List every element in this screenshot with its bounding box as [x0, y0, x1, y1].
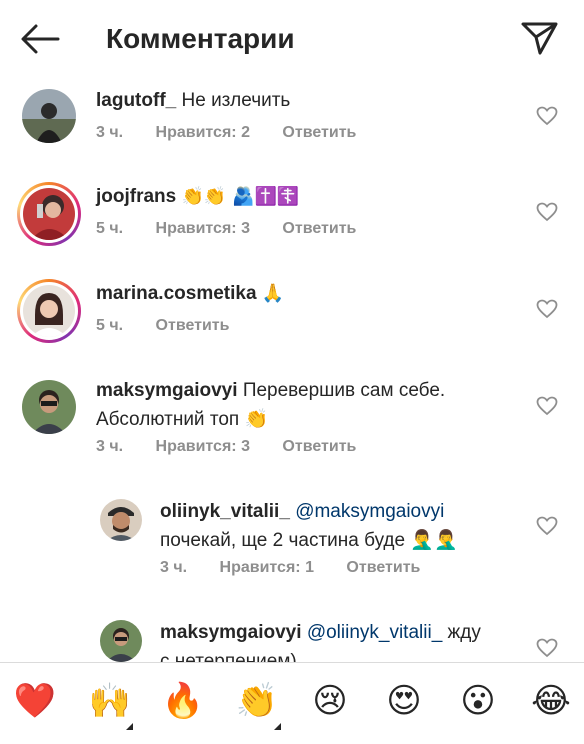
- comment-text: 👏👏 🫂✝️☦️: [181, 186, 300, 207]
- share-button[interactable]: [520, 20, 560, 56]
- reply-button[interactable]: Ответить: [346, 559, 420, 576]
- comment-item: maksymgaiovyi Перевершив сам себе. Абсол…: [0, 376, 584, 466]
- mention-link[interactable]: @maksymgaiovyi: [295, 501, 444, 522]
- heart-icon: [536, 299, 558, 319]
- reply-text: почекай, ще 2 частина буде 🤦‍♂️🤦‍♂️: [160, 530, 458, 551]
- heart-icon: [536, 106, 558, 126]
- avatar[interactable]: [22, 89, 76, 143]
- reply-button[interactable]: Ответить: [156, 317, 230, 334]
- emoji-crying-face[interactable]: 😢: [306, 677, 354, 725]
- comment-username[interactable]: joojfrans: [96, 186, 176, 207]
- like-button[interactable]: [536, 106, 558, 126]
- avatar[interactable]: [22, 380, 76, 434]
- emoji-heart-eyes[interactable]: 😍: [380, 677, 428, 725]
- comment-text-line2: Абсолютний топ 👏: [96, 409, 269, 430]
- comment-username[interactable]: lagutoff_: [96, 90, 176, 111]
- heart-icon: [536, 516, 558, 536]
- page-title: Комментарии: [106, 23, 295, 54]
- reply-item: maksymgaiovyi @oliinyk_vitalii_ жду с не…: [0, 618, 584, 662]
- back-button[interactable]: [20, 22, 60, 56]
- heart-icon: [536, 202, 558, 222]
- reply-username[interactable]: oliinyk_vitalii_: [160, 501, 290, 522]
- skin-tone-indicator-icon: [274, 723, 281, 730]
- skin-tone-indicator-icon: [126, 723, 133, 730]
- comment-text: 🙏: [261, 283, 285, 304]
- reply-text-line1: жду: [447, 622, 481, 643]
- like-button[interactable]: [536, 516, 558, 536]
- comment-time: 3 ч.: [96, 438, 124, 455]
- like-button[interactable]: [536, 638, 558, 658]
- arrow-left-icon: [21, 24, 60, 54]
- story-ring[interactable]: [17, 279, 81, 343]
- reply-time: 3 ч.: [160, 559, 188, 576]
- reply-item: oliinyk_vitalii_ @maksymgaiovyi почекай,…: [0, 497, 584, 587]
- paper-plane-icon: [521, 22, 558, 55]
- likes-count[interactable]: Нравится: 3: [156, 438, 250, 455]
- emoji-clapping-hands[interactable]: 👏: [233, 677, 281, 725]
- avatar[interactable]: [100, 620, 142, 662]
- comment-time: 3 ч.: [96, 124, 124, 141]
- emoji-red-heart[interactable]: ❤️: [11, 677, 59, 725]
- avatar: [23, 188, 75, 240]
- emoji-raising-hands[interactable]: 🙌: [86, 677, 134, 725]
- emoji-tears-of-joy[interactable]: 😂: [527, 677, 575, 725]
- emoji-reaction-bar: ❤️ 🙌 🔥 👏 😢 😍 😮 😂: [0, 662, 584, 744]
- comment-item: marina.cosmetika 🙏 5 ч. Ответить: [0, 279, 584, 345]
- emoji-fire[interactable]: 🔥: [159, 677, 207, 725]
- reply-username[interactable]: maksymgaiovyi: [160, 622, 302, 643]
- likes-count[interactable]: Нравится: 3: [156, 220, 250, 237]
- comment-username[interactable]: marina.cosmetika: [96, 283, 257, 304]
- story-ring[interactable]: [17, 182, 81, 246]
- comment-text-line1: Перевершив сам себе.: [242, 380, 446, 401]
- reply-button[interactable]: Ответить: [282, 220, 356, 237]
- mention-link[interactable]: @oliinyk_vitalii_: [307, 622, 442, 643]
- avatar: [23, 285, 75, 337]
- comment-username[interactable]: maksymgaiovyi: [96, 380, 238, 401]
- like-button[interactable]: [536, 299, 558, 319]
- emoji-surprised-face[interactable]: 😮: [454, 677, 502, 725]
- heart-icon: [536, 638, 558, 658]
- comment-time: 5 ч.: [96, 220, 124, 237]
- likes-count[interactable]: Нравится: 1: [220, 559, 314, 576]
- likes-count[interactable]: Нравится: 2: [156, 124, 250, 141]
- heart-icon: [536, 396, 558, 416]
- comment-item: lagutoff_ Не излечить 3 ч. Нравится: 2 О…: [0, 86, 584, 152]
- reply-text-line2: с нетерпением): [160, 651, 297, 662]
- reply-button[interactable]: Ответить: [282, 124, 356, 141]
- like-button[interactable]: [536, 396, 558, 416]
- reply-button[interactable]: Ответить: [282, 438, 356, 455]
- comment-text: Не излечить: [181, 90, 291, 111]
- like-button[interactable]: [536, 202, 558, 222]
- comment-item: joojfrans 👏👏 🫂✝️☦️ 5 ч. Нравится: 3 Отве…: [0, 182, 584, 248]
- header-bar: Комментарии: [0, 0, 584, 78]
- comment-time: 5 ч.: [96, 317, 124, 334]
- avatar[interactable]: [100, 499, 142, 541]
